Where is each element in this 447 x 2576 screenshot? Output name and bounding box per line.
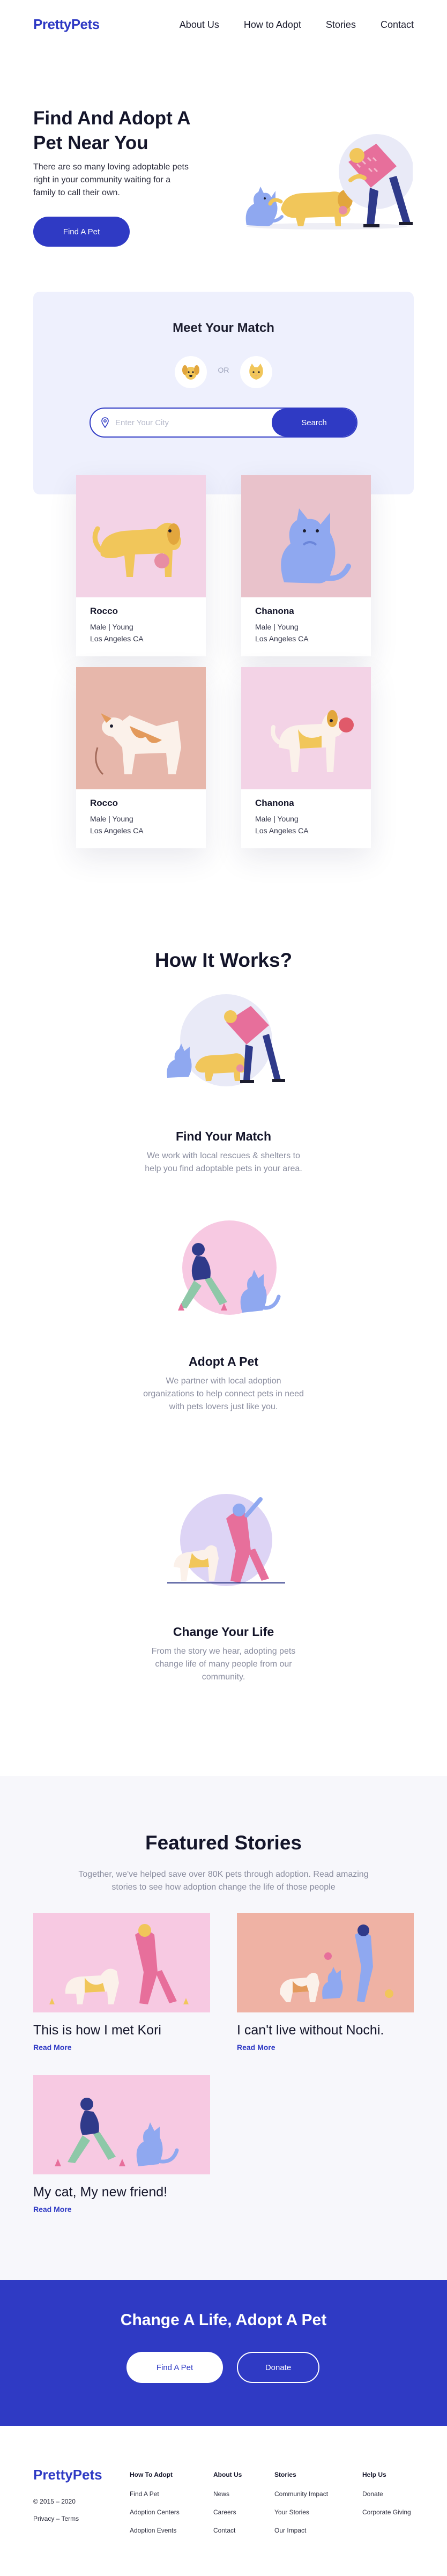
cat-icon bbox=[249, 364, 263, 380]
step-title: Change Your Life bbox=[173, 1625, 274, 1639]
footer-copyright: © 2015 – 2020 bbox=[33, 2498, 76, 2505]
or-label: OR bbox=[218, 366, 229, 374]
pet-location: Los Angeles CA bbox=[255, 634, 309, 643]
story-image[interactable] bbox=[33, 1913, 210, 2012]
change-life-illustration bbox=[167, 1494, 285, 1586]
dog-choice-button[interactable] bbox=[175, 356, 207, 388]
find-match-illustration bbox=[167, 994, 285, 1086]
footer-column-about-us: About Us News Careers Contact bbox=[213, 2471, 242, 2545]
pet-details: Male | Young bbox=[90, 815, 133, 823]
footer-column-heading: Help Us bbox=[362, 2471, 386, 2478]
footer-link[interactable]: Adoption Centers bbox=[130, 2508, 180, 2516]
footer-link[interactable]: Our Impact bbox=[274, 2527, 328, 2534]
featured-title: Featured Stories bbox=[145, 1832, 302, 1854]
page: PrettyPets About Us How to Adopt Stories… bbox=[0, 0, 447, 2576]
read-more-link[interactable]: Read More bbox=[33, 2043, 72, 2052]
step-title: Find Your Match bbox=[175, 1129, 272, 1143]
footer-link[interactable]: Find A Pet bbox=[130, 2490, 180, 2498]
pet-photo bbox=[76, 475, 206, 597]
cat-choice-button[interactable] bbox=[240, 356, 272, 388]
cta-donate-button[interactable]: Donate bbox=[237, 2352, 319, 2383]
step-text: We partner with local adoption organizat… bbox=[143, 1376, 304, 1411]
footer-column-heading: Stories bbox=[274, 2471, 296, 2478]
pet-name: Rocco bbox=[90, 798, 118, 808]
pet-details: Male | Young bbox=[255, 623, 299, 631]
story-title[interactable]: I can't live without Nochi. bbox=[237, 2023, 384, 2038]
pet-photo bbox=[241, 475, 371, 597]
pet-name: Rocco bbox=[90, 606, 118, 616]
pet-card[interactable]: Rocco Male | Young Los Angeles CA bbox=[76, 475, 206, 656]
pet-card[interactable]: Chanona Male | Young Los Angeles CA bbox=[241, 667, 371, 848]
footer-link[interactable]: Your Stories bbox=[274, 2508, 328, 2516]
hero-text: There are so many loving adoptable pets … bbox=[33, 162, 189, 197]
story-title[interactable]: This is how I met Kori bbox=[33, 2023, 161, 2038]
search-button[interactable]: Search bbox=[272, 409, 356, 436]
read-more-link[interactable]: Read More bbox=[33, 2205, 72, 2214]
footer-logo[interactable]: PrettyPets bbox=[33, 2467, 102, 2483]
read-more-link[interactable]: Read More bbox=[237, 2043, 275, 2052]
step-text: We work with local rescues & shelters to… bbox=[145, 1151, 302, 1173]
match-panel: Meet Your Match OR Search bbox=[33, 292, 414, 494]
footer-link[interactable]: Careers bbox=[213, 2508, 242, 2516]
hero-illustration bbox=[245, 134, 413, 230]
footer-link[interactable]: Corporate Giving bbox=[362, 2508, 411, 2516]
pet-meta: Male | Young Los Angeles CA bbox=[255, 813, 309, 837]
nav-stories[interactable]: Stories bbox=[326, 19, 356, 31]
pet-details: Male | Young bbox=[90, 623, 133, 631]
step-title: Adopt A Pet bbox=[189, 1354, 258, 1368]
adopt-pet-illustration bbox=[178, 1220, 281, 1315]
cat-figure bbox=[245, 187, 284, 226]
footer-column-stories: Stories Community Impact Your Stories Ou… bbox=[274, 2471, 328, 2545]
pet-card[interactable]: Chanona Male | Young Los Angeles CA bbox=[241, 475, 371, 656]
search-bar: Search bbox=[90, 408, 357, 438]
footer-link[interactable]: Adoption Events bbox=[130, 2527, 180, 2534]
cta-find-a-pet-button[interactable]: Find A Pet bbox=[126, 2352, 223, 2383]
footer-link[interactable]: Community Impact bbox=[274, 2490, 328, 2498]
footer-link[interactable]: News bbox=[213, 2490, 242, 2498]
pet-photo bbox=[241, 667, 371, 789]
step-text: From the story we hear, adopting pets ch… bbox=[151, 1647, 296, 1682]
footer-link[interactable]: Donate bbox=[362, 2490, 411, 2498]
dog-icon bbox=[182, 365, 199, 380]
dog-figure bbox=[268, 190, 353, 226]
pet-details: Male | Young bbox=[255, 815, 299, 823]
pet-name: Chanona bbox=[255, 798, 294, 808]
pet-photo bbox=[76, 667, 206, 789]
pet-location: Los Angeles CA bbox=[90, 634, 144, 643]
person-figure bbox=[339, 134, 413, 227]
cta-title: Change A Life, Adopt A Pet bbox=[120, 2311, 327, 2329]
logo[interactable]: PrettyPets bbox=[33, 16, 100, 33]
pet-meta: Male | Young Los Angeles CA bbox=[90, 813, 144, 837]
footer-column-help-us: Help Us Donate Corporate Giving bbox=[362, 2471, 411, 2527]
match-title: Meet Your Match bbox=[173, 321, 274, 335]
nav-how-to-adopt[interactable]: How to Adopt bbox=[244, 19, 301, 31]
header: PrettyPets About Us How to Adopt Stories… bbox=[0, 0, 447, 51]
pet-location: Los Angeles CA bbox=[90, 826, 144, 835]
location-pin-icon bbox=[101, 417, 109, 428]
footer-link[interactable]: Contact bbox=[213, 2527, 242, 2534]
story-image[interactable] bbox=[237, 1913, 414, 2012]
footer-column-how-to-adopt: How To Adopt Find A Pet Adoption Centers… bbox=[130, 2471, 180, 2545]
footer-column-heading: About Us bbox=[213, 2471, 242, 2478]
nav-about-us[interactable]: About Us bbox=[180, 19, 219, 31]
cta-banner: Change A Life, Adopt A Pet Find A Pet Do… bbox=[0, 2280, 447, 2426]
footer-column-heading: How To Adopt bbox=[130, 2471, 173, 2478]
how-it-works-title: How It Works? bbox=[154, 949, 293, 971]
pet-location: Los Angeles CA bbox=[255, 826, 309, 835]
pet-meta: Male | Young Los Angeles CA bbox=[90, 621, 144, 645]
story-title[interactable]: My cat, My new friend! bbox=[33, 2185, 167, 2200]
featured-text: Together, we've helped save over 80K pet… bbox=[78, 1870, 369, 1892]
story-image[interactable] bbox=[33, 2075, 210, 2174]
pet-card[interactable]: Rocco Male | Young Los Angeles CA bbox=[76, 667, 206, 848]
city-search-input[interactable] bbox=[115, 409, 265, 436]
main-nav: About Us How to Adopt Stories Contact bbox=[155, 19, 414, 31]
pet-name: Chanona bbox=[255, 606, 294, 616]
hero-title: Find And Adopt A Pet Near You bbox=[33, 108, 190, 153]
find-a-pet-button[interactable]: Find A Pet bbox=[33, 217, 130, 247]
footer-legal-link[interactable]: Privacy – Terms bbox=[33, 2515, 79, 2522]
nav-contact[interactable]: Contact bbox=[381, 19, 414, 31]
pet-meta: Male | Young Los Angeles CA bbox=[255, 621, 309, 645]
